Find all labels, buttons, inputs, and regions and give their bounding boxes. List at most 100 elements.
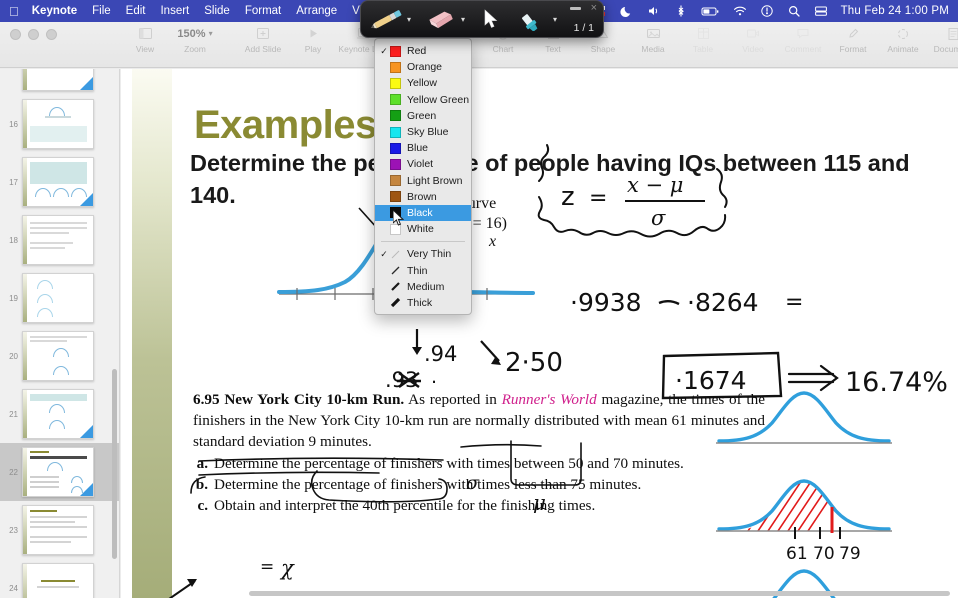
control-center-icon[interactable] (760, 4, 774, 18)
thickness-option-thick[interactable]: Thick (375, 295, 471, 311)
pointer-tool-button[interactable] (467, 1, 501, 37)
navigator-slide-20[interactable]: 20 (0, 327, 119, 385)
apple-logo-icon[interactable]:  (9, 5, 19, 18)
bluetooth-icon[interactable] (674, 4, 688, 18)
slide-thumbnail[interactable] (22, 505, 94, 555)
slide-thumbnail[interactable] (22, 157, 94, 207)
annotation-toolbar[interactable]: ▾ ▾ ▾ × 1 / 1 (360, 0, 604, 38)
slide-thumbnail-selected[interactable] (22, 447, 94, 497)
navigator-slide-19[interactable]: 19 (0, 269, 119, 327)
slide-thumbnail[interactable] (22, 273, 94, 323)
chevron-down-icon[interactable]: ▾ (407, 15, 411, 24)
color-option-violet[interactable]: Violet (375, 156, 471, 172)
canvas-horizontal-scrollbar[interactable] (249, 591, 950, 596)
slide-thumbnail[interactable] (22, 99, 94, 149)
toolbar-table-button[interactable]: Table (678, 25, 728, 54)
color-option-blue[interactable]: Blue (375, 140, 471, 156)
slide-thumbnail[interactable] (22, 215, 94, 265)
slide-thumbnail[interactable] (22, 389, 94, 439)
battery-icon[interactable] (701, 4, 720, 18)
thickness-option-medium[interactable]: Medium (375, 279, 471, 295)
toolbar-document-label: Document (933, 44, 958, 54)
toolbar-document-button[interactable]: Document (928, 25, 958, 54)
menu-separator (381, 241, 465, 243)
chevron-down-icon[interactable]: ▾ (553, 15, 557, 24)
navigator-slide-22[interactable]: 22 (0, 443, 119, 501)
color-option-red[interactable]: ✓ Red (375, 43, 471, 59)
current-slide: Examples Determine the percentage of peo… (121, 69, 958, 598)
color-swatch (390, 94, 401, 106)
item-letter: c. (197, 497, 208, 515)
thumb-corner-marker (80, 193, 93, 206)
pencil-tool-button[interactable]: ▾ (361, 1, 413, 37)
item-letter: a. (196, 454, 208, 472)
table-icon (697, 25, 709, 42)
navigator-slide-21[interactable]: 21 (0, 385, 119, 443)
thickness-option-thin[interactable]: Thin (375, 262, 471, 278)
textbook-item-c: c. Obtain and interpret the 40th percent… (193, 495, 765, 516)
toolbar-format-button[interactable]: Format (828, 25, 878, 54)
menu-format[interactable]: Format (245, 5, 281, 17)
display-icon[interactable] (814, 4, 828, 18)
color-option-black[interactable]: Black (375, 204, 471, 222)
volume-icon[interactable] (647, 4, 661, 18)
slide-thumbnail[interactable] (22, 563, 94, 598)
slide-thumbnail[interactable] (22, 69, 94, 91)
toolbar-view-button[interactable]: View (120, 25, 170, 54)
toolbar-add-slide-button[interactable]: Add Slide (238, 25, 288, 54)
thumb-line (30, 247, 65, 249)
menubar-app-name[interactable]: Keynote (32, 5, 77, 17)
navigator-slide-18[interactable]: 18 (0, 211, 119, 269)
menu-edit[interactable]: Edit (126, 5, 146, 17)
chevron-down-icon[interactable]: ▾ (209, 29, 213, 38)
menubar-clock[interactable]: Thu Feb 24 1:00 PM (841, 5, 949, 17)
toolbar-video-label: Video (742, 44, 764, 54)
navigator-slide-15[interactable]: 15 (0, 69, 119, 95)
thickness-label: Thin (407, 264, 428, 277)
toolbar-animate-button[interactable]: Animate (878, 25, 928, 54)
color-option-yellow[interactable]: Yellow (375, 75, 471, 91)
highlighter-tool-button[interactable]: ▾ (501, 1, 559, 37)
color-option-white[interactable]: White (375, 221, 471, 237)
navigator-slide-24[interactable]: 24 (0, 559, 119, 598)
color-option-brown[interactable]: Brown (375, 189, 471, 205)
maximize-window-button[interactable] (46, 29, 57, 40)
toolbar-comment-button[interactable]: Comment (778, 25, 828, 54)
menu-file[interactable]: File (92, 5, 111, 17)
color-label: Violet (407, 158, 434, 171)
color-option-yellow-green[interactable]: Yellow Green (375, 92, 471, 108)
eraser-tool-button[interactable]: ▾ (413, 1, 467, 37)
navigator-scrollbar[interactable] (112, 369, 117, 559)
navigator-slide-23[interactable]: 23 (0, 501, 119, 559)
color-option-green[interactable]: Green (375, 108, 471, 124)
color-option-orange[interactable]: Orange (375, 59, 471, 75)
navigator-slide-16[interactable]: 16 (0, 95, 119, 153)
thumb-curve (47, 462, 63, 471)
chevron-down-icon[interactable]: ▾ (461, 15, 465, 24)
slide-navigator[interactable]: 15 16 (0, 69, 120, 598)
thickness-option-very-thin[interactable]: ✓ Very Thin (375, 246, 471, 262)
pen-color-menu[interactable]: ✓ Red Orange Yellow Yellow Green Green S… (374, 38, 472, 315)
toolbar-play-button[interactable]: Play (288, 25, 338, 54)
menu-insert[interactable]: Insert (160, 5, 189, 17)
textbook-problem-number: 6.95 (193, 391, 220, 408)
color-label: Black (407, 206, 433, 219)
menu-arrange[interactable]: Arrange (296, 5, 337, 17)
wifi-icon[interactable] (733, 4, 747, 18)
close-icon[interactable]: × (591, 3, 597, 14)
toolbar-media-button[interactable]: Media (628, 25, 678, 54)
thumb-accent-bar (23, 390, 27, 438)
minimize-icon[interactable] (569, 7, 581, 10)
close-window-button[interactable] (10, 29, 21, 40)
color-option-light-brown[interactable]: Light Brown (375, 173, 471, 189)
navigator-slide-17[interactable]: 17 (0, 153, 119, 211)
slide-canvas[interactable]: Examples Determine the percentage of peo… (121, 69, 958, 598)
slide-thumbnail[interactable] (22, 331, 94, 381)
minimize-window-button[interactable] (28, 29, 39, 40)
menu-slide[interactable]: Slide (204, 5, 230, 17)
toolbar-zoom-control[interactable]: 150% ▾ Zoom (170, 25, 220, 55)
color-option-sky-blue[interactable]: Sky Blue (375, 124, 471, 140)
search-icon[interactable] (787, 4, 801, 18)
toolbar-video-button[interactable]: Video (728, 25, 778, 54)
moon-icon[interactable] (619, 4, 634, 18)
